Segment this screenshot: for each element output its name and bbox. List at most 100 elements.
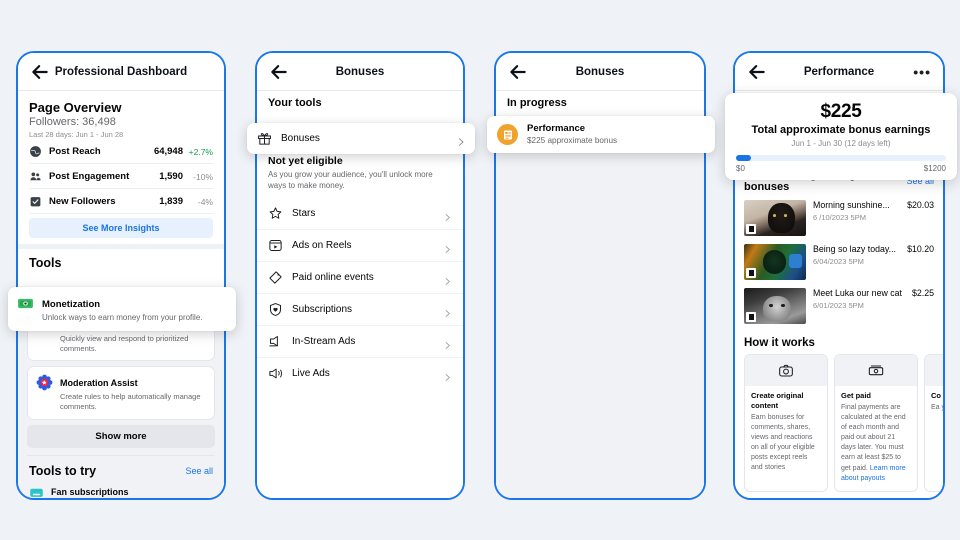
metric-delta: +2.7% [188,146,213,157]
post-title: Morning sunshine... [813,200,890,210]
tools-heading-wrap: Tools [18,249,224,274]
your-tools-heading: Your tools [257,91,463,114]
back-arrow-icon[interactable] [747,62,767,82]
progress-min-label: $0 [736,164,745,173]
chevron-right-icon [443,337,452,350]
progress-max-label: $1200 [923,164,946,173]
post-title: Being so lazy today... [813,244,896,254]
see-more-insights-button[interactable]: See More Insights [29,218,213,238]
new-followers-icon [29,195,42,208]
chevron-right-icon [443,305,452,318]
chevron-right-icon [443,273,452,286]
how-it-works-card-third[interactable]: Co Ea yo ch [924,354,943,492]
earnings-label: Total approximate bonus earnings [751,124,931,136]
total-earnings-card: $225 Total approximate bonus earnings Ju… [725,93,957,180]
how-it-works-body: Earn bonuses for comments, shares, views… [751,413,815,472]
chevron-right-icon [443,209,452,222]
post-thumbnail [744,200,806,236]
list-item-label: Subscriptions [292,304,353,316]
chevron-right-icon [456,134,465,146]
in-stream-ads-icon [268,334,283,349]
earnings-progress-bar [736,155,946,161]
back-arrow-icon[interactable] [269,62,289,82]
show-more-button[interactable]: Show more [27,424,215,448]
cash-icon [835,355,917,386]
followers-count: Followers: 36,498 [29,116,116,128]
reels-icon [268,238,283,253]
list-item-label: Ads on Reels [292,240,352,252]
empty-area [496,150,704,498]
phone-professional-dashboard: Professional Dashboard Page Overview Fol… [16,51,226,500]
live-ads-icon [268,366,283,381]
metric-row[interactable]: New Followers 1,839 -4% [29,189,213,214]
fan-subscriptions-label: Fan subscriptions [51,487,129,497]
bonuses-highlight-row[interactable]: Bonuses [247,123,475,154]
post-title: Meet Luka our new cat [813,288,902,298]
page-overview-heading: Page Overview [29,100,122,115]
metric-row[interactable]: Post Reach 64,948 +2.7% [29,139,213,164]
how-it-works-title: Co [931,391,941,400]
tool-title: Moderation Assist [60,378,138,389]
list-item-subscriptions[interactable]: Subscriptions [257,294,463,327]
post-amount: $10.20 [907,244,934,254]
tools-to-try-see-all[interactable]: See all [185,466,213,476]
metric-delta: -4% [197,196,213,207]
tools-heading: Tools [29,256,62,270]
phone-bonuses-tools: Bonuses Your tools Not yet eligible As y… [255,51,465,500]
performance-icon [497,124,518,146]
monetization-title: Monetization [42,299,101,310]
post-row[interactable]: Meet Luka our new cat 6/01/2023 5PM $2.2… [735,285,943,329]
screenshot-stage: Professional Dashboard Page Overview Fol… [0,0,960,540]
list-item-in-stream-ads[interactable]: In-Stream Ads [257,326,463,359]
overflow-menu-icon[interactable]: ••• [913,65,931,79]
chevron-right-icon [443,369,452,382]
how-it-works-card-create-content[interactable]: Create original content Earn bonuses for… [744,354,828,492]
how-it-works-body: Ea yo ch [931,403,943,411]
page-overview-card: Page Overview Followers: 36,498 Last 28 … [18,91,224,244]
metric-value: 1,590 [159,171,183,182]
tool-description: Quickly view and respond to prioritized … [60,334,189,354]
people-icon [29,170,42,183]
tool-card-moderation-assist[interactable]: Moderation Assist Create rules to help a… [27,366,215,420]
gift-icon [257,131,272,146]
monetization-highlight-card[interactable]: Monetization Unlock ways to earn money f… [8,287,236,331]
star-icon [268,206,283,221]
how-it-works-card-get-paid[interactable]: Get paid Final payments are calculated a… [834,354,918,492]
fan-subscriptions-icon [29,485,44,499]
back-arrow-icon[interactable] [30,62,50,82]
list-item-stars[interactable]: Stars [257,198,463,231]
fan-subscriptions-row[interactable]: Fan subscriptions [18,483,224,499]
back-arrow-icon[interactable] [508,62,528,82]
earnings-amount: $225 [820,101,862,122]
post-date: 6 /10/2023 5PM [813,213,866,222]
list-item-ads-on-reels[interactable]: Ads on Reels [257,230,463,263]
metric-value: 1,839 [159,196,183,207]
tools-to-try-header: Tools to try See all [18,456,224,483]
moderation-icon [36,374,53,391]
performance-card-title: Performance [527,123,586,134]
list-item-paid-online-events[interactable]: Paid online events [257,262,463,295]
post-type-badge [746,312,756,322]
globe-icon [29,145,42,158]
not-yet-eligible-title: Not yet eligible [268,155,343,167]
post-thumbnail [744,244,806,280]
metric-name: New Followers [49,196,116,207]
how-it-works-heading: How it works [744,337,815,349]
metric-delta: -10% [193,171,213,182]
performance-highlight-card[interactable]: Performance $225 approximate bonus [487,116,715,154]
how-it-works-body: Final payments are calculated at the end… [841,403,911,484]
list-item-live-ads[interactable]: Live Ads [257,358,463,390]
earnings-date-range: Jun 1 - Jun 30 (12 days left) [791,139,891,148]
how-it-works-body-text: Final payments are calculated at the end… [841,403,906,472]
how-it-works-carousel[interactable]: Create original content Earn bonuses for… [735,354,943,492]
nav-bar-bonuses: Bonuses [257,53,463,91]
list-item-label: Live Ads [292,368,330,380]
metric-row[interactable]: Post Engagement 1,590 -10% [29,164,213,189]
nav-bar-bonuses-progress: Bonuses [496,53,704,91]
post-row[interactable]: Being so lazy today... 6/04/2023 5PM $10… [735,241,943,285]
post-thumbnail [744,288,806,324]
nav-bar-dashboard: Professional Dashboard [18,53,224,91]
money-icon [17,295,34,312]
list-item-label: In-Stream Ads [292,336,356,348]
post-row[interactable]: Morning sunshine... 6 /10/2023 5PM $20.0… [735,197,943,241]
